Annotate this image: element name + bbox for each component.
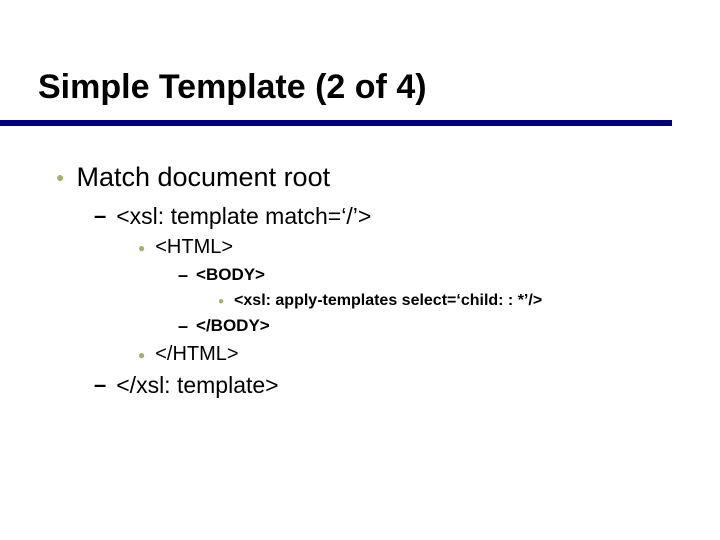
bullet-level-2: – <xsl: template match=‘/’> [94,203,676,230]
bullet-level-1: ● Match document root [56,162,676,193]
bullet-level-4: – </BODY> [178,316,676,337]
bullet-text: <xsl: apply-templates select=‘child: : *… [234,292,542,310]
dash-bullet-icon: – [178,265,188,286]
bullet-text: <HTML> [155,236,233,259]
bullet-text: </HTML> [155,343,238,366]
slide-title: Simple Template (2 of 4) [0,0,720,107]
bullet-level-4: – <BODY> [178,265,676,286]
bullet-text: <xsl: template match=‘/’> [116,203,371,230]
title-underline [0,120,672,126]
slide: Simple Template (2 of 4) ● Match documen… [0,0,720,540]
bullet-text: Match document root [76,162,330,193]
bullet-level-3: ● <HTML> [138,236,676,259]
bullet-text: <BODY> [196,265,265,285]
disc-bullet-icon: ● [138,349,145,361]
disc-bullet-icon: ● [56,170,64,184]
bullet-text: </BODY> [196,316,270,336]
bullet-level-5: ● <xsl: apply-templates select=‘child: :… [218,292,676,310]
bullet-level-2: – </xsl: template> [94,372,676,399]
dash-bullet-icon: – [94,203,106,229]
bullet-level-3: ● </HTML> [138,343,676,366]
bullet-text: </xsl: template> [116,372,278,399]
slide-body: ● Match document root – <xsl: template m… [56,160,676,405]
dash-bullet-icon: – [178,316,188,337]
disc-bullet-icon: ● [218,297,224,307]
dash-bullet-icon: – [94,372,106,398]
disc-bullet-icon: ● [138,242,145,254]
